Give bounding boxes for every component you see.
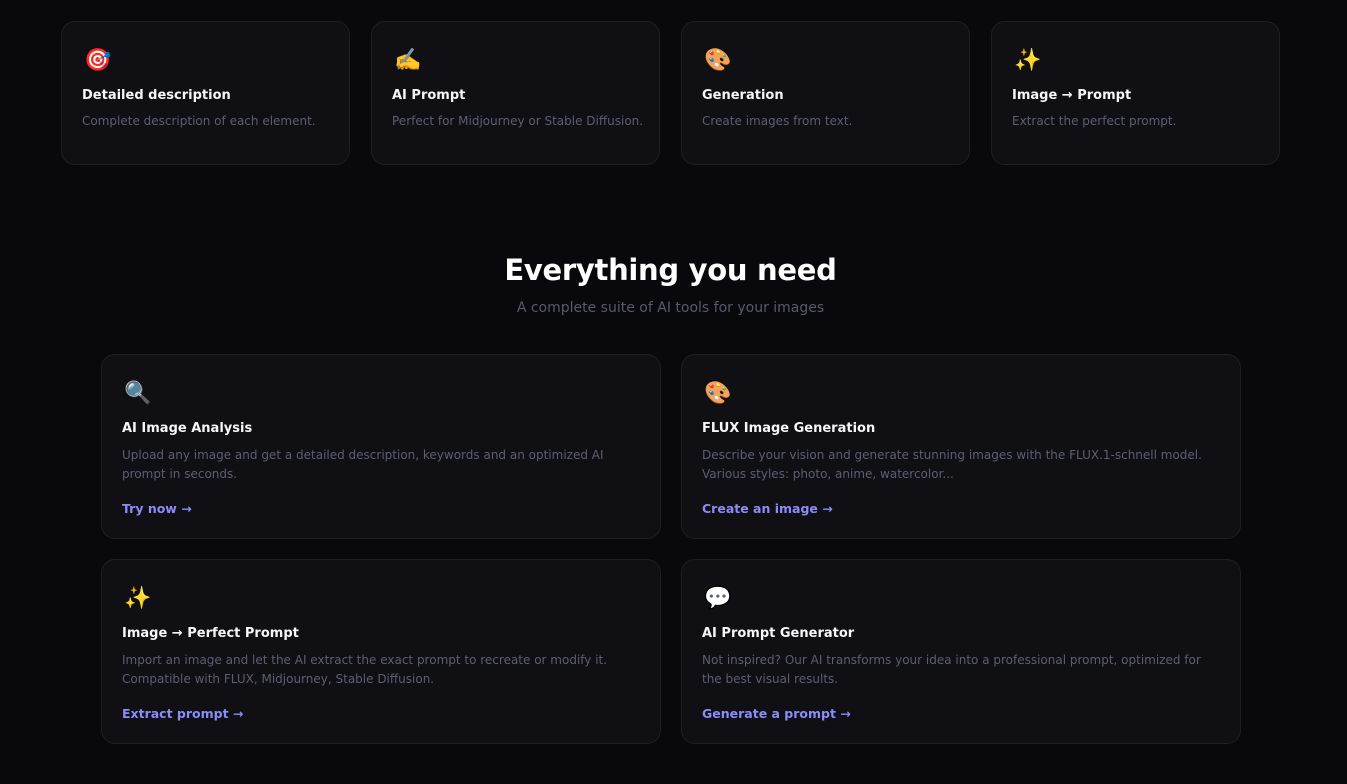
feature-title: Image → Prompt [1012, 88, 1132, 103]
tool-card-ai-image-analysis: 🔍 AI Image Analysis Upload any image and… [101, 354, 661, 539]
tool-card-ai-prompt-generator: 💬 AI Prompt Generator Not inspired? Our … [681, 559, 1241, 744]
tool-title: FLUX Image Generation [702, 421, 876, 436]
extract-prompt-link[interactable]: Extract prompt → [122, 706, 243, 722]
feature-card-image-to-prompt: ✨ Image → Prompt Extract the perfect pro… [991, 21, 1280, 165]
sparkles-icon: ✨ [1014, 48, 1042, 73]
speech-bubble-icon: 💬 [704, 586, 732, 611]
page: 🎯 Detailed description Complete descript… [0, 0, 1347, 784]
feature-description: Create images from text. [702, 114, 853, 128]
section-title: Everything you need [504, 253, 837, 287]
feature-title: Generation [702, 88, 784, 103]
magnifier-icon: 🔍 [124, 381, 152, 406]
tool-card-image-to-perfect-prompt: ✨ Image → Perfect Prompt Import an image… [101, 559, 661, 744]
tool-description: Describe your vision and generate stunni… [702, 448, 1202, 481]
section-subtitle: A complete suite of AI tools for your im… [516, 300, 825, 316]
feature-card-generation: 🎨 Generation Create images from text. [681, 21, 970, 165]
generate-prompt-link[interactable]: Generate a prompt → [702, 706, 851, 722]
tool-title: Image → Perfect Prompt [122, 626, 299, 641]
feature-description: Complete description of each element. [82, 114, 316, 128]
feature-description: Perfect for Midjourney or Stable Diffusi… [392, 114, 644, 128]
tools-grid: 🔍 AI Image Analysis Upload any image and… [101, 354, 1241, 744]
feature-row: 🎯 Detailed description Complete descript… [61, 21, 1280, 165]
create-image-link[interactable]: Create an image → [702, 501, 833, 517]
target-icon: 🎯 [84, 48, 112, 73]
tool-description: Import an image and let the AI extract t… [122, 653, 608, 686]
tool-description: Not inspired? Our AI transforms your ide… [702, 653, 1201, 686]
writing-hand-icon: ✍️ [394, 48, 422, 73]
feature-description: Extract the perfect prompt. [1012, 114, 1177, 128]
tool-description: Upload any image and get a detailed desc… [122, 448, 604, 481]
tool-title: AI Prompt Generator [702, 626, 855, 641]
feature-title: Detailed description [82, 88, 231, 103]
feature-title: AI Prompt [392, 88, 466, 103]
tool-card-flux-image-generation: 🎨 FLUX Image Generation Describe your vi… [681, 354, 1241, 539]
try-now-link[interactable]: Try now → [122, 501, 192, 517]
palette-icon: 🎨 [704, 48, 732, 73]
tool-title: AI Image Analysis [122, 421, 253, 436]
feature-card-ai-prompt: ✍️ AI Prompt Perfect for Midjourney or S… [371, 21, 660, 165]
sparkles-icon: ✨ [124, 586, 152, 611]
feature-card-detailed-description: 🎯 Detailed description Complete descript… [61, 21, 350, 165]
palette-icon: 🎨 [704, 381, 732, 406]
